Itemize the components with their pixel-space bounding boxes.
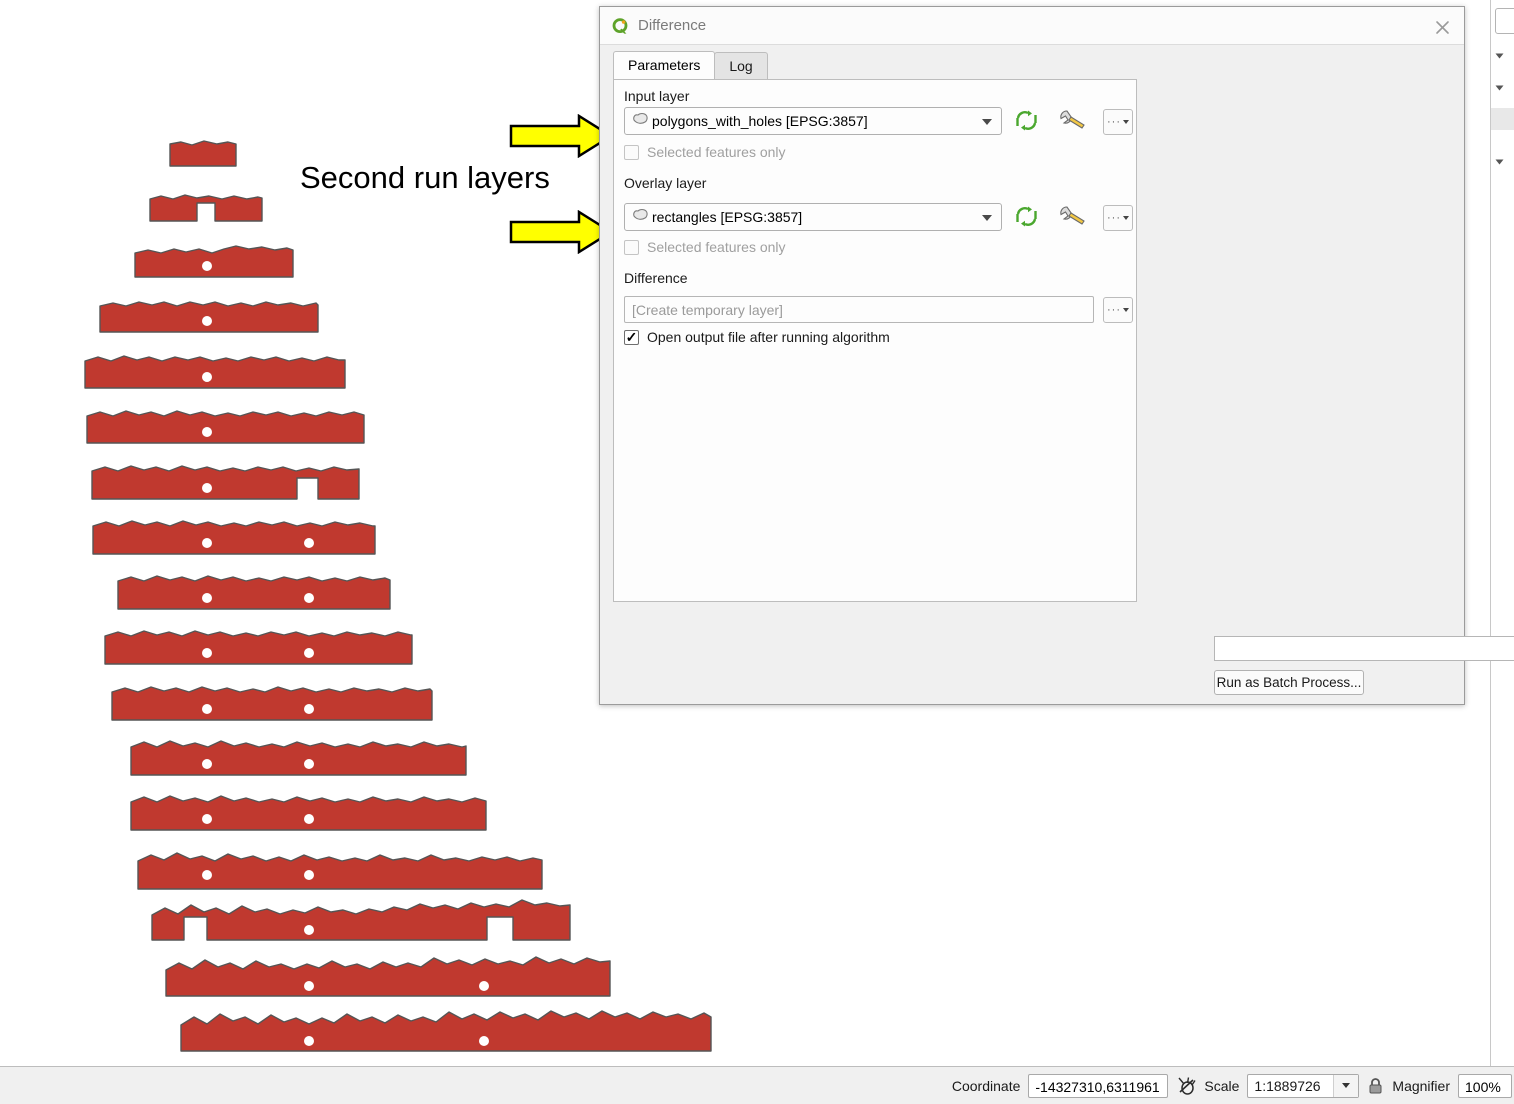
chevron-down-icon xyxy=(1495,85,1504,91)
overlay-advanced-wrench-icon[interactable] xyxy=(1058,205,1088,234)
tab-log[interactable]: Log xyxy=(714,52,768,80)
input-layer-combo[interactable]: polygons_with_holes [EPSG:3857] xyxy=(624,107,1002,135)
checkbox-checked-icon: ✓ xyxy=(624,329,639,345)
annotation-label: Second run layers xyxy=(300,160,550,195)
input-layer-label: Input layer xyxy=(624,88,690,104)
input-selected-features-only-label: Selected features only xyxy=(647,144,786,160)
input-layer-value: polygons_with_holes [EPSG:3857] xyxy=(652,113,868,129)
toolbox-tree-item[interactable] xyxy=(1491,152,1514,174)
toolbox-tree-item[interactable] xyxy=(1491,46,1514,68)
input-advanced-wrench-icon[interactable] xyxy=(1058,109,1088,138)
overlay-selected-features-only-checkbox: Selected features only xyxy=(624,239,786,255)
toolbox-tree-item[interactable] xyxy=(1491,78,1514,100)
qgis-logo-icon xyxy=(611,17,629,35)
coordinate-label: Coordinate xyxy=(951,1077,1021,1094)
difference-output-ellipsis-dropdown-icon[interactable]: ··· xyxy=(1103,297,1133,323)
close-icon[interactable] xyxy=(1430,15,1454,39)
coordinate-input[interactable]: -14327310,6311961 xyxy=(1028,1073,1169,1098)
scale-value: 1:1889726 xyxy=(1254,1077,1321,1094)
checkbox-icon xyxy=(624,144,639,160)
magnifier-label: Magnifier xyxy=(1392,1077,1450,1094)
chevron-down-icon xyxy=(982,215,992,221)
run-as-batch-process-button[interactable]: Run as Batch Process... xyxy=(1214,670,1364,695)
overlay-ellipsis-dropdown-icon[interactable]: ··· xyxy=(1103,205,1133,231)
scale-combo[interactable]: 1:1889726 xyxy=(1247,1073,1360,1098)
overlay-layer-combo[interactable]: rectangles [EPSG:3857] xyxy=(624,203,1002,231)
difference-output-label: Difference xyxy=(624,270,688,286)
dialog-title: Difference xyxy=(638,17,707,34)
processing-toolbox-panel-partial[interactable] xyxy=(1490,0,1514,1066)
parameters-panel: Input layer polygons_with_holes [EPSG:38… xyxy=(613,79,1137,602)
input-iterate-refresh-icon[interactable] xyxy=(1014,110,1039,137)
dialog-tabs: Parameters Log xyxy=(613,51,768,80)
input-selected-features-only-checkbox: Selected features only xyxy=(624,144,786,160)
qgis-application-window: Second run layers Difference Parameters … xyxy=(0,0,1514,1104)
chevron-down-icon[interactable] xyxy=(1333,1074,1359,1097)
magnifier-input[interactable]: 100% xyxy=(1458,1073,1512,1098)
overlay-layer-label: Overlay layer xyxy=(624,175,707,191)
toolbox-search-input[interactable] xyxy=(1495,8,1514,34)
open-output-checkbox[interactable]: ✓ Open output file after running algorit… xyxy=(624,329,890,345)
chevron-down-icon xyxy=(1495,159,1504,165)
scale-label: Scale xyxy=(1204,1077,1240,1094)
coordinate-capture-icon[interactable] xyxy=(1176,1076,1196,1096)
polygon-layer-icon xyxy=(632,208,649,227)
overlay-iterate-refresh-icon[interactable] xyxy=(1014,206,1039,233)
toolbox-tree-item-selected[interactable] xyxy=(1491,108,1514,130)
chevron-down-icon xyxy=(982,119,992,125)
dialog-titlebar[interactable]: Difference xyxy=(600,7,1464,45)
overlay-layer-value: rectangles [EPSG:3857] xyxy=(652,209,803,225)
polygon-layer-icon xyxy=(632,112,649,131)
difference-algorithm-dialog: Difference Parameters Log Input layer po… xyxy=(599,6,1514,705)
difference-output-input[interactable]: [Create temporary layer] xyxy=(624,296,1094,323)
status-bar: Coordinate -14327310,6311961 Scale 1:188… xyxy=(0,1066,1514,1104)
open-output-label: Open output file after running algorithm xyxy=(647,329,890,345)
progress-bar: 0% xyxy=(1214,636,1514,661)
lock-icon[interactable] xyxy=(1367,1077,1384,1095)
checkbox-icon xyxy=(624,239,639,255)
tab-parameters[interactable]: Parameters xyxy=(613,51,716,80)
overlay-selected-features-only-label: Selected features only xyxy=(647,239,786,255)
input-ellipsis-dropdown-icon[interactable]: ··· xyxy=(1103,109,1133,135)
chevron-down-icon xyxy=(1495,53,1504,59)
